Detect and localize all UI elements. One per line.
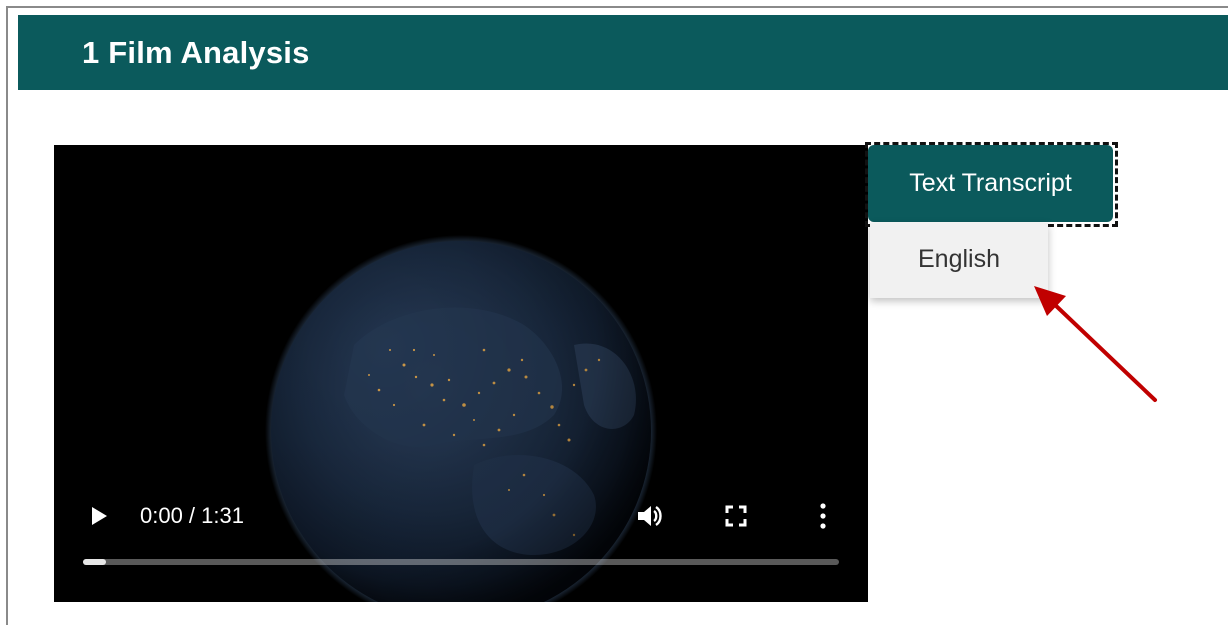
more-options-button[interactable] <box>816 502 830 530</box>
progress-fill <box>83 559 106 565</box>
fullscreen-button[interactable] <box>725 505 747 527</box>
more-vertical-icon <box>820 503 826 529</box>
progress-bar[interactable] <box>83 559 839 565</box>
volume-icon <box>638 506 662 526</box>
text-transcript-button[interactable]: Text Transcript <box>868 145 1113 222</box>
volume-button[interactable] <box>636 503 664 529</box>
video-player[interactable]: 0:00 / 1:31 <box>54 145 868 602</box>
play-button[interactable] <box>88 505 110 527</box>
page-title: 1 Film Analysis <box>82 35 310 70</box>
fullscreen-icon <box>725 505 747 527</box>
section-header: 1 Film Analysis <box>18 15 1228 90</box>
video-controls: 0:00 / 1:31 <box>54 145 868 602</box>
red-arrow-icon <box>1034 286 1157 402</box>
time-display: 0:00 / 1:31 <box>140 503 244 528</box>
play-icon <box>92 507 107 525</box>
